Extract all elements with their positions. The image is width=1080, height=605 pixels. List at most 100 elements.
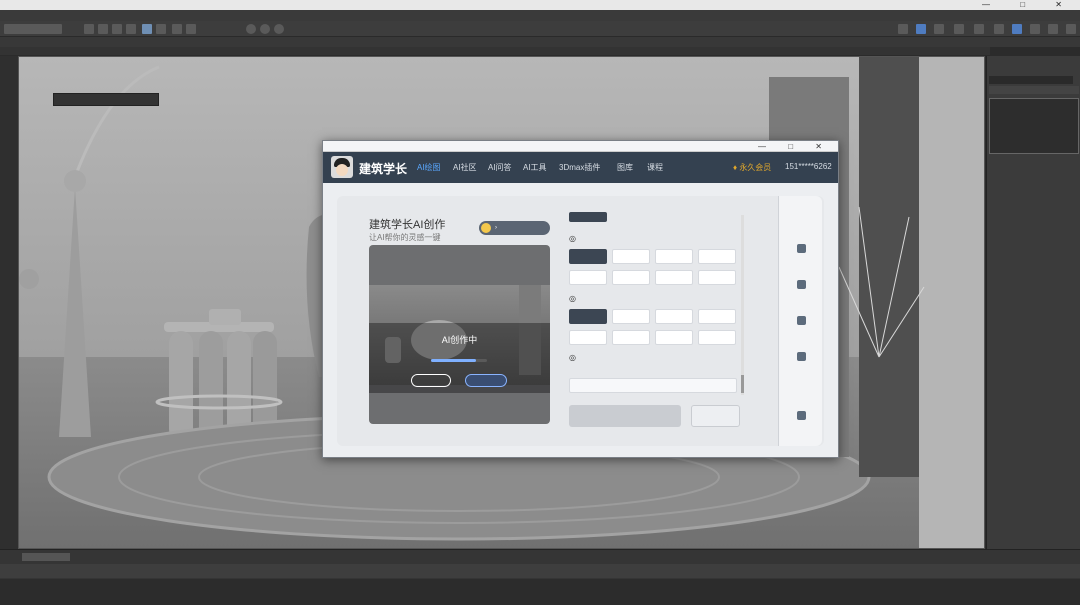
curve-editor-icon[interactable]: [954, 24, 964, 34]
space-chip[interactable]: [569, 309, 607, 324]
ai-create-subtitle: 让AI帮你的灵感一键: [369, 233, 441, 242]
progress-fill: [431, 359, 476, 362]
nav-item-ai-qa[interactable]: AI问答: [488, 162, 512, 173]
stool-knob: [209, 309, 241, 325]
ribbon-tabs: [0, 37, 1080, 47]
space-chip[interactable]: [698, 330, 736, 345]
dialog-nav: 建筑学长 AI绘图 AI社区 AI问答 AI工具 3Dmax插件 图库 课程 ♦…: [323, 152, 838, 183]
right-rail: [778, 196, 822, 446]
nav-item-ai-community[interactable]: AI社区: [453, 162, 477, 173]
puzzle-icon: [796, 352, 806, 361]
select-icon[interactable]: [142, 24, 152, 34]
window-frame: [859, 57, 919, 477]
rail-item-plugins[interactable]: [779, 352, 823, 364]
modifier-list[interactable]: [989, 86, 1079, 94]
space-section-label: ◎: [569, 294, 576, 303]
select-filter-icon[interactable]: [916, 24, 926, 34]
style-chip[interactable]: [569, 270, 607, 285]
help-icon[interactable]: [1066, 24, 1076, 34]
rotate-icon[interactable]: [186, 24, 196, 34]
options-scrollbar[interactable]: [741, 215, 744, 395]
space-chip[interactable]: [612, 309, 650, 324]
rail-item-enterprise[interactable]: [779, 411, 823, 423]
status-bar: [0, 579, 1080, 605]
space-chip[interactable]: [698, 309, 736, 324]
save-to-gallery-button[interactable]: [465, 374, 507, 387]
viewport-mini-toolbar[interactable]: [53, 93, 159, 106]
style-chip[interactable]: [612, 270, 650, 285]
scrollbar-thumb[interactable]: [741, 375, 744, 393]
lamp-ball: [64, 170, 86, 192]
style-chip[interactable]: [698, 249, 736, 264]
rail-item-ai-tools[interactable]: [779, 316, 823, 328]
link-icon[interactable]: [112, 24, 122, 34]
track-bar[interactable]: [0, 564, 1080, 578]
ai-create-title: 建筑学长AI创作: [369, 219, 446, 231]
rail-item-ai-draw[interactable]: [779, 244, 823, 256]
space-chip[interactable]: [612, 330, 650, 345]
object-name-field[interactable]: [989, 76, 1073, 84]
space-chip[interactable]: [655, 330, 693, 345]
negative-section-label: ◎: [569, 353, 576, 362]
frame-slider[interactable]: [22, 553, 70, 561]
curtain: [919, 57, 984, 548]
menu-bar: [0, 10, 1080, 21]
redo-icon[interactable]: [98, 24, 108, 34]
space-chip[interactable]: [655, 309, 693, 324]
nav-item-3dmax-plugin[interactable]: 3Dmax插件: [559, 162, 600, 173]
plugin-icon[interactable]: [1012, 24, 1022, 34]
select-region-icon[interactable]: [156, 24, 166, 34]
lamp-arc: [73, 65, 160, 178]
dialog-window-controls[interactable]: — □ ✕: [758, 141, 832, 152]
flag-icon[interactable]: [1048, 24, 1058, 34]
schematic-icon[interactable]: [974, 24, 984, 34]
section-tag: [569, 212, 607, 222]
text-icon[interactable]: [994, 24, 1004, 34]
account-phone[interactable]: 151*****6262: [785, 162, 832, 171]
case-example-button[interactable]: ›: [479, 221, 550, 235]
timeline: [0, 549, 1080, 579]
lamp-ball-2: [19, 269, 39, 289]
style-section-label: ◎: [569, 234, 576, 243]
rail-item-community[interactable]: [779, 280, 823, 292]
unlink-icon[interactable]: [126, 24, 136, 34]
nav-item-library[interactable]: 图库: [617, 162, 633, 173]
material-editor-icon[interactable]: [274, 24, 284, 34]
next-button[interactable]: [691, 405, 740, 427]
vip-badge[interactable]: ♦ 永久会员: [733, 162, 771, 173]
move-icon[interactable]: [172, 24, 182, 34]
workspace-dropdown[interactable]: [4, 24, 62, 34]
main-toolbar: [0, 21, 1080, 37]
lightbulb-icon: [481, 223, 491, 233]
nav-item-ai-draw[interactable]: AI绘图: [417, 162, 441, 173]
style-chip[interactable]: [569, 249, 607, 264]
style-chip[interactable]: [655, 249, 693, 264]
lamp-cone: [59, 187, 91, 437]
menu-icon[interactable]: [1030, 24, 1040, 34]
undo-icon[interactable]: [84, 24, 94, 34]
dialog-title-bar[interactable]: — □ ✕: [323, 141, 838, 152]
space-chip[interactable]: [569, 330, 607, 345]
building-icon: [796, 411, 806, 420]
render-setup-icon[interactable]: [260, 24, 270, 34]
nav-item-courses[interactable]: 课程: [647, 162, 663, 173]
style-chip[interactable]: [612, 249, 650, 264]
nav-item-ai-tools[interactable]: AI工具: [523, 162, 547, 173]
negative-prompt-input[interactable]: [569, 378, 737, 393]
modifier-stack[interactable]: [989, 98, 1079, 154]
style-chip[interactable]: [698, 270, 736, 285]
style-chip[interactable]: [655, 270, 693, 285]
preview-image[interactable]: AI创作中: [369, 245, 550, 424]
left-strip: [0, 56, 18, 549]
snap-icon[interactable]: [898, 24, 908, 34]
generating-status: AI创作中: [441, 335, 478, 345]
command-panel-tabs[interactable]: [991, 60, 1077, 70]
create-button[interactable]: [569, 405, 681, 427]
edit-button[interactable]: [411, 374, 451, 387]
avatar: [331, 156, 353, 178]
layer-icon[interactable]: [934, 24, 944, 34]
window-controls[interactable]: — □ ✕: [982, 0, 1076, 10]
grid-icon: [796, 244, 806, 253]
brand-name: 建筑学长: [359, 162, 408, 176]
render-icon[interactable]: [246, 24, 256, 34]
